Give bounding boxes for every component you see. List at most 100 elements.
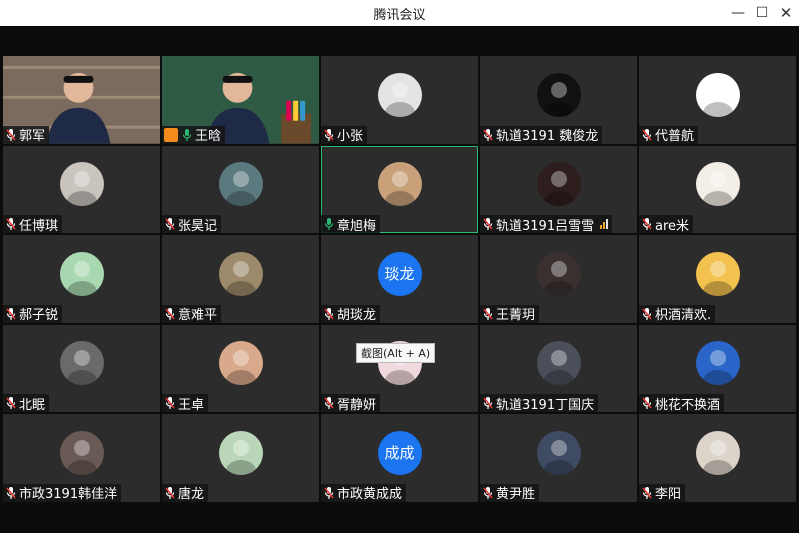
cat-avatar-icon (377, 72, 422, 117)
cartoon-avatar-icon (59, 251, 104, 296)
participant-label: 轨道3191丁国庆 (480, 394, 599, 413)
window-title: 腾讯会议 (373, 8, 426, 23)
network-signal-icon (600, 219, 609, 230)
anime-avatar-icon (218, 341, 263, 386)
participant-tile[interactable]: 郭军 (3, 56, 160, 144)
participant-tile[interactable]: 琰龙 胡琰龙 (321, 235, 478, 323)
landscape-avatar-icon (218, 162, 263, 207)
host-badge-icon (164, 127, 178, 142)
participant-tile[interactable]: 王晗 (162, 56, 319, 144)
participant-tile[interactable]: 李阳 (639, 414, 796, 502)
participant-label: 代普航 (639, 125, 699, 144)
girl-avatar-icon (536, 162, 581, 207)
microphone-muted-icon (641, 486, 653, 500)
microphone-muted-icon (164, 486, 176, 500)
participant-name: 唐龙 (178, 487, 205, 502)
microphone-muted-icon (5, 396, 17, 410)
participant-tile[interactable]: 枳酒清欢. (639, 235, 796, 323)
participant-tile[interactable]: 小张 (321, 56, 478, 144)
participant-tile[interactable]: 唐龙 (162, 414, 319, 502)
tiger-avatar-icon (695, 251, 740, 296)
microphone-muted-icon (5, 217, 17, 231)
participant-tile[interactable]: 郝子锐 (3, 235, 160, 323)
participant-label: 任博琪 (3, 215, 63, 234)
participant-tile[interactable]: 黄尹胜 (480, 414, 637, 502)
microphone-muted-icon (5, 128, 17, 142)
participant-label: 枳酒清欢. (639, 304, 716, 323)
participant-name: 郭军 (19, 129, 46, 144)
participant-label: 市政3191韩佳洋 (3, 483, 122, 502)
participant-tile[interactable]: 轨道3191 魏俊龙 (480, 56, 637, 144)
participant-name: 代普航 (655, 129, 695, 144)
girl-avatar-icon (536, 251, 581, 296)
participant-grid: 郭军 王晗 小张 轨道3191 魏俊龙 代普航任博琪 张昊记 章旭梅 轨道3191吕雪雪 are… (3, 56, 796, 502)
microphone-muted-icon (323, 396, 335, 410)
participant-tile[interactable]: 胥静妍 (321, 324, 478, 413)
microphone-muted-icon (323, 486, 335, 500)
meeting-window: 腾讯会议 — ☐ ✕ 郭军 王晗 小张 轨道3191 魏俊龙 代普航 任博琪 张昊记 章旭梅轨… (0, 0, 799, 533)
participant-label: 郝子锐 (3, 304, 63, 323)
microphone-muted-icon (164, 307, 176, 321)
participant-tile[interactable]: 成成市政黄成成 (321, 414, 478, 502)
participant-tile[interactable]: 张昊记 (162, 145, 319, 234)
participant-tile[interactable]: are米 (639, 145, 796, 234)
person-avatar-icon (59, 341, 104, 386)
participant-name: 市政黄成成 (337, 487, 403, 502)
participant-label: 胥静妍 (321, 394, 381, 413)
dog-avatar-icon (695, 430, 740, 475)
microphone-muted-icon (482, 396, 494, 410)
microphone-muted-icon (5, 486, 17, 500)
participant-tile[interactable]: 意难平 (162, 235, 319, 323)
participant-label: 李阳 (639, 483, 686, 502)
participant-name: 郝子锐 (19, 308, 59, 323)
participant-name: 张昊记 (178, 218, 218, 234)
participant-tile[interactable]: 桃花不换酒 (639, 324, 796, 413)
participant-tile[interactable]: 代普航 (639, 56, 796, 144)
microphone-muted-icon (641, 217, 653, 231)
participant-name: 胡琰龙 (337, 308, 377, 323)
screenshot-tooltip: 截图(Alt + A) (356, 343, 436, 363)
avatar: 琰龙 (377, 251, 422, 296)
participant-tile[interactable]: 轨道3191丁国庆 (480, 324, 637, 413)
participant-label: 轨道3191 魏俊龙 (480, 125, 603, 144)
participant-label: 黄尹胜 (480, 483, 540, 502)
participant-tile[interactable]: 王菁玥 (480, 235, 637, 323)
microphone-muted-icon (323, 128, 335, 142)
participant-tile[interactable]: 章旭梅 (321, 145, 478, 234)
microphone-muted-icon (164, 217, 176, 231)
participant-label: 郭军 (3, 125, 50, 144)
participant-tile[interactable]: 任博琪 (3, 145, 160, 234)
bird-avatar-icon (536, 72, 581, 117)
minimize-button[interactable]: — (728, 3, 748, 23)
participant-name: 轨道3191丁国庆 (496, 397, 595, 413)
microphone-on-icon (181, 128, 193, 142)
participant-tile[interactable]: 王卓 (162, 324, 319, 413)
participant-name: 胥静妍 (337, 397, 377, 413)
title-bar: 腾讯会议 — ☐ ✕ (0, 0, 799, 26)
participant-label: 王卓 (162, 394, 209, 413)
microphone-muted-icon (641, 307, 653, 321)
participant-label: 王晗 (162, 125, 226, 144)
participant-label: 王菁玥 (480, 304, 540, 323)
participant-name: 小张 (337, 129, 364, 144)
participant-name: 王菁玥 (496, 308, 536, 323)
microphone-muted-icon (482, 217, 494, 231)
person-avatar-icon (59, 162, 104, 207)
participant-label: 唐龙 (162, 483, 209, 502)
participant-name: 李阳 (655, 487, 682, 502)
participant-tile[interactable]: 市政3191韩佳洋 (3, 414, 160, 502)
participant-tile[interactable]: 轨道3191吕雪雪 (480, 145, 637, 234)
maximize-button[interactable]: ☐ (752, 3, 772, 23)
close-button[interactable]: ✕ (776, 3, 796, 23)
participant-label: 张昊记 (162, 215, 222, 234)
anime-avatar-icon (218, 251, 263, 296)
participant-name: 枳酒清欢. (655, 308, 712, 323)
microphone-muted-icon (641, 396, 653, 410)
participant-label: 小张 (321, 125, 368, 144)
participant-tile[interactable]: 北眠 (3, 324, 160, 413)
microphone-muted-icon (482, 128, 494, 142)
sketch-avatar-icon (695, 72, 740, 117)
anime-avatar-icon (536, 430, 581, 475)
person-avatar-icon (536, 341, 581, 386)
avatar: 成成 (377, 430, 422, 475)
